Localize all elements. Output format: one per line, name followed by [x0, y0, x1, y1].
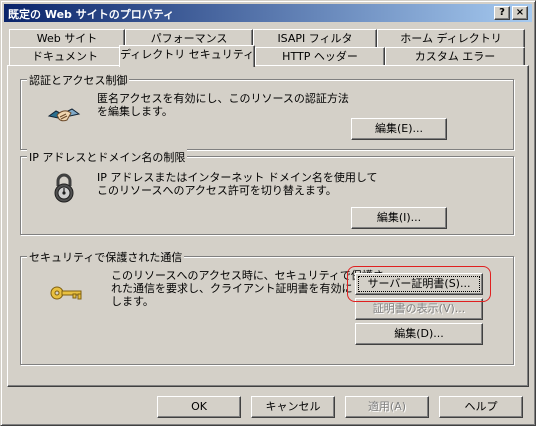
secure-group-title: セキュリティで保護された通信	[27, 249, 185, 265]
server-certificate-button[interactable]: サーバー証明書(S)...	[355, 273, 483, 295]
tab-directory-security[interactable]: ディレクトリ セキュリティ	[119, 45, 255, 67]
view-certificate-button[interactable]: 証明書の表示(V)...	[355, 298, 483, 320]
tab-isapi-filter[interactable]: ISAPI フィルタ	[253, 29, 377, 49]
ip-group-title: IP アドレスとドメイン名の制限	[27, 149, 188, 165]
tab-custom-errors[interactable]: カスタム エラー	[385, 47, 525, 67]
ip-description: IP アドレスまたはインターネット ドメイン名を使用して このリソースへのアクセ…	[97, 171, 378, 197]
auth-edit-button[interactable]: 編集(E)...	[351, 118, 447, 140]
directory-security-panel: 認証とアクセス制御 匿名アクセスを有効にし、このリソースの認証方法 を編集します…	[7, 65, 529, 387]
window-title: 既定の Web サイトのプロパティ	[8, 8, 175, 21]
secure-description: このリソースへのアクセス時に、セキュリティで保護さ れた通信を要求し、クライアン…	[111, 269, 384, 308]
properties-dialog: 既定の Web サイトのプロパティ ? × Web サイト パフォーマンス IS…	[0, 0, 536, 426]
ip-edit-button[interactable]: 編集(I)...	[351, 207, 447, 229]
tab-home-directory[interactable]: ホーム ディレクトリ	[377, 29, 525, 49]
tab-web-site[interactable]: Web サイト	[9, 29, 125, 49]
ip-domain-group: IP アドレスとドメイン名の制限 IP アドレスまたはインターネット ドメイン名…	[20, 149, 514, 235]
auth-description: 匿名アクセスを有効にし、このリソースの認証方法 を編集します。	[97, 92, 349, 118]
lock-icon	[54, 173, 74, 203]
apply-button[interactable]: 適用(A)	[345, 396, 429, 418]
tab-http-headers[interactable]: HTTP ヘッダー	[255, 47, 385, 67]
secure-edit-button[interactable]: 編集(D)...	[355, 323, 483, 345]
key-icon	[50, 286, 82, 300]
ok-button[interactable]: OK	[157, 396, 241, 418]
auth-group-title: 認証とアクセス制御	[27, 72, 130, 88]
secure-communication-group: セキュリティで保護された通信 このリソースへのアクセス時に、セキュリティで保護さ…	[20, 249, 514, 365]
help-button[interactable]: ヘルプ	[439, 396, 523, 418]
auth-access-group: 認証とアクセス制御 匿名アクセスを有効にし、このリソースの認証方法 を編集します…	[20, 72, 514, 150]
title-bar[interactable]: 既定の Web サイトのプロパティ ? ×	[4, 4, 532, 22]
tab-documents[interactable]: ドキュメント	[9, 47, 121, 67]
help-caption-button[interactable]: ?	[494, 6, 510, 20]
handshake-icon	[47, 108, 81, 122]
cancel-button[interactable]: キャンセル	[251, 396, 335, 418]
close-caption-button[interactable]: ×	[512, 6, 528, 20]
